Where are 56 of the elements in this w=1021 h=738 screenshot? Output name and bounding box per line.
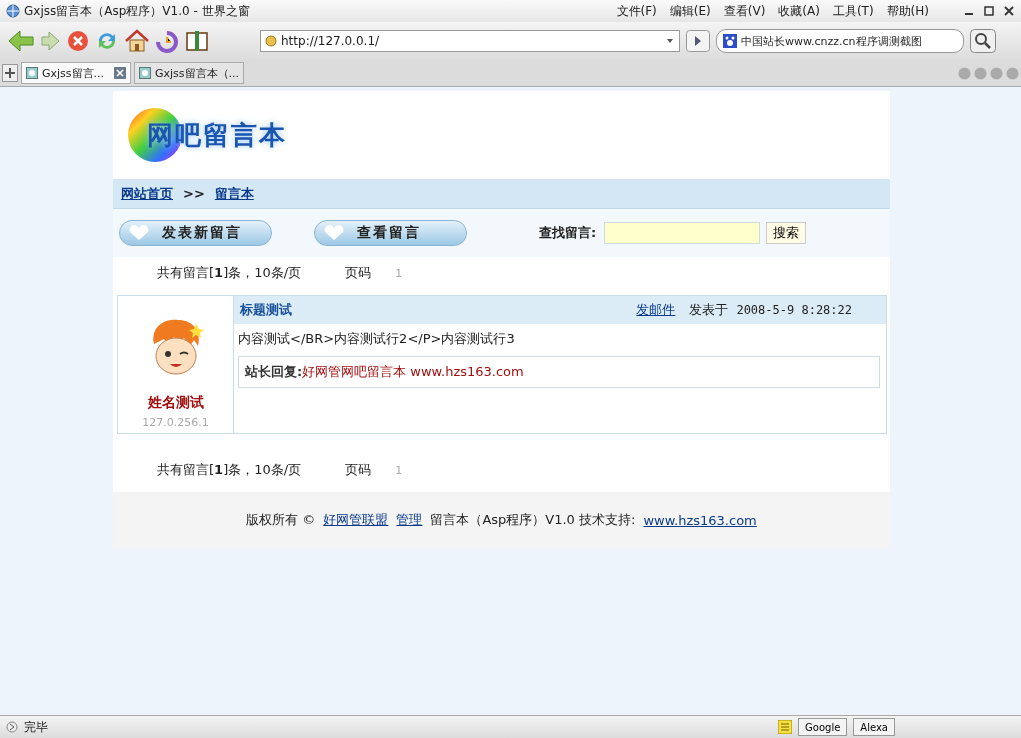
email-link[interactable]: 发邮件 <box>636 301 676 319</box>
maximize-icon[interactable] <box>983 5 995 17</box>
home-icon[interactable] <box>124 28 150 54</box>
window-title: Gxjss留言本（Asp程序）V1.0 - 世界之窗 <box>24 2 250 20</box>
breadcrumb-separator: >> <box>183 186 205 201</box>
browser-tab[interactable]: Gxjss留言本（... <box>134 62 244 84</box>
search-input[interactable] <box>604 222 761 244</box>
search-button[interactable]: 搜索 <box>766 222 807 244</box>
post-date: 2008-5-9 8:28:22 <box>736 303 852 317</box>
breadcrumb-link[interactable]: 网站首页 <box>121 184 173 203</box>
page-label: 页码 <box>345 264 372 282</box>
footer-link[interactable]: 好网管联盟 <box>323 511 389 529</box>
new-tab-icon[interactable] <box>2 64 18 82</box>
footer-text: 留言本（Asp程序）V1.0 技术支持: <box>430 511 636 529</box>
page-icon[interactable] <box>26 67 38 79</box>
page-icon[interactable] <box>139 67 151 79</box>
footer-link[interactable]: 管理 <box>396 511 423 529</box>
message-content: 内容测试</BR>内容测试行2</P>内容测试行3 <box>237 330 516 348</box>
search-field[interactable]: 中国站长www.cnzz.cn程序调测截图 <box>716 29 964 53</box>
reply-text: 好网管网吧留言本 www.hzs163.com <box>302 364 524 379</box>
search-icon[interactable] <box>970 29 996 53</box>
posted-label: 发表于 <box>689 301 729 319</box>
breadcrumb-link[interactable]: 留言本 <box>214 184 254 203</box>
menu-item[interactable]: 收藏(A) <box>778 2 820 20</box>
menu-item[interactable]: 帮助(H) <box>886 2 929 20</box>
arrow-circle-icon[interactable] <box>6 721 18 733</box>
globe-icon[interactable] <box>6 4 20 18</box>
paw-icon[interactable] <box>723 34 737 48</box>
footer-link[interactable]: www.hzs163.com <box>643 512 757 528</box>
pill-button[interactable]: 发表新留言 <box>119 220 272 246</box>
history-icon[interactable] <box>154 28 180 54</box>
search-label: 查找留言: <box>539 224 597 242</box>
menu-item[interactable]: 查看(V) <box>723 2 766 20</box>
page-icon[interactable] <box>265 35 277 47</box>
reply-label: 站长回复: <box>245 364 303 379</box>
menu-item[interactable]: 文件(F) <box>616 2 657 20</box>
menu-item[interactable]: 编辑(E) <box>669 2 711 20</box>
back-arrow-icon[interactable] <box>6 28 36 54</box>
go-icon[interactable] <box>686 30 710 52</box>
ip-address: 127.0.256.1 <box>142 416 209 429</box>
page-summary: 共有留言[1]条，10条/页 <box>157 264 302 282</box>
menu-item[interactable]: 工具(T) <box>832 2 874 20</box>
page-label: 页码 <box>345 461 372 479</box>
url-text: http://127.0.0.1/ <box>281 34 381 48</box>
status-text: 完毕 <box>24 718 48 736</box>
book-icon[interactable] <box>184 28 210 54</box>
page-summary: 共有留言[1]条，10条/页 <box>157 461 302 479</box>
browser-tab[interactable]: Gxjss留言... <box>21 62 131 84</box>
author-name: 姓名测试 <box>147 394 204 412</box>
address-bar[interactable]: http://127.0.0.1/ <box>260 30 680 52</box>
footer-text: 版权所有 © <box>246 511 316 529</box>
toolbar-button[interactable]: Google <box>798 718 848 736</box>
pill-button[interactable]: 查看留言 <box>314 220 467 246</box>
message-title: 标题测试 <box>240 301 293 319</box>
stop-icon[interactable] <box>66 29 90 53</box>
toolbar-button[interactable]: Alexa <box>853 718 895 736</box>
